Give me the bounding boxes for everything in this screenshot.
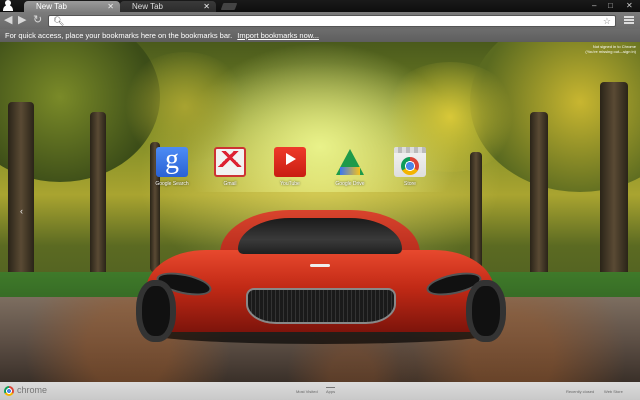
app-label: Google Search xyxy=(155,181,189,187)
apps-pane-button[interactable]: Apps xyxy=(326,387,336,396)
maximize-button[interactable]: □ xyxy=(608,1,613,10)
omnibox-input[interactable] xyxy=(65,16,585,26)
back-button[interactable]: ◀ xyxy=(4,15,12,26)
import-bookmarks-link[interactable]: Import bookmarks now... xyxy=(237,31,319,40)
chrome-web-store-icon xyxy=(394,147,426,177)
chrome-wordmark: chrome xyxy=(17,385,48,395)
google-drive-icon xyxy=(334,147,366,177)
omnibox[interactable]: 🔍︎ ☆ xyxy=(48,15,616,27)
youtube-icon xyxy=(274,147,306,177)
background-image xyxy=(600,82,628,292)
app-youtube[interactable]: YouTube xyxy=(268,147,312,188)
google-search-icon xyxy=(156,146,188,177)
profile-avatar-icon[interactable] xyxy=(3,0,13,11)
background-image xyxy=(90,112,106,282)
new-tab-button[interactable] xyxy=(220,3,238,10)
signin-status[interactable]: Not signed in to Chrome (You're missing … xyxy=(585,44,636,54)
app-label: Gmail xyxy=(223,181,237,187)
chrome-menu-icon[interactable] xyxy=(624,16,634,25)
tab-label: New Tab xyxy=(36,2,67,11)
app-chrome-web-store[interactable]: Store xyxy=(388,147,432,188)
app-label: YouTube xyxy=(280,181,300,187)
bookmarks-bar: For quick access, place your bookmarks h… xyxy=(0,29,640,42)
recently-closed-menu[interactable]: Recently closed xyxy=(566,388,594,396)
bookmark-star-icon[interactable]: ☆ xyxy=(603,16,611,27)
app-gmail[interactable]: Gmail xyxy=(208,147,252,188)
background-image xyxy=(530,112,548,282)
new-tab-page: Not signed in to Chrome (You're missing … xyxy=(0,42,640,382)
gmail-icon xyxy=(214,147,246,177)
app-label: Store xyxy=(404,181,416,187)
search-icon: 🔍︎ xyxy=(53,16,65,26)
tab-label: New Tab xyxy=(132,2,163,11)
app-google-search[interactable]: Google Search xyxy=(150,146,194,188)
ntp-footer: chrome Most Visited Apps Recently closed… xyxy=(0,382,640,400)
app-google-drive[interactable]: Google Drive xyxy=(328,147,372,188)
toolbar: ◀ ▶ ↻ 🔍︎ ☆ xyxy=(0,12,640,29)
minimize-button[interactable]: – xyxy=(592,1,596,10)
close-tab-icon[interactable]: ✕ xyxy=(107,1,114,12)
app-label: Google Drive xyxy=(335,181,365,187)
close-window-button[interactable]: ✕ xyxy=(626,1,633,10)
apps-grid: Google Search Gmail YouTube Google Drive… xyxy=(150,146,440,197)
bookmarks-bar-message: For quick access, place your bookmarks h… xyxy=(5,31,233,40)
chrome-logo-icon xyxy=(4,386,14,396)
reload-button[interactable]: ↻ xyxy=(33,15,42,26)
most-visited-pane-button[interactable]: Most Visited xyxy=(296,388,318,396)
forward-button[interactable]: ▶ xyxy=(18,15,26,26)
signin-prompt-link[interactable]: (You're missing out—sign in) xyxy=(585,49,636,54)
background-image xyxy=(136,210,506,344)
tab-strip: New Tab ✕ New Tab ✕ – □ ✕ xyxy=(0,0,640,13)
chevron-left-icon[interactable]: ‹ xyxy=(20,206,23,216)
web-store-link[interactable]: Web Store xyxy=(604,388,623,396)
close-tab-icon[interactable]: ✕ xyxy=(203,1,210,12)
